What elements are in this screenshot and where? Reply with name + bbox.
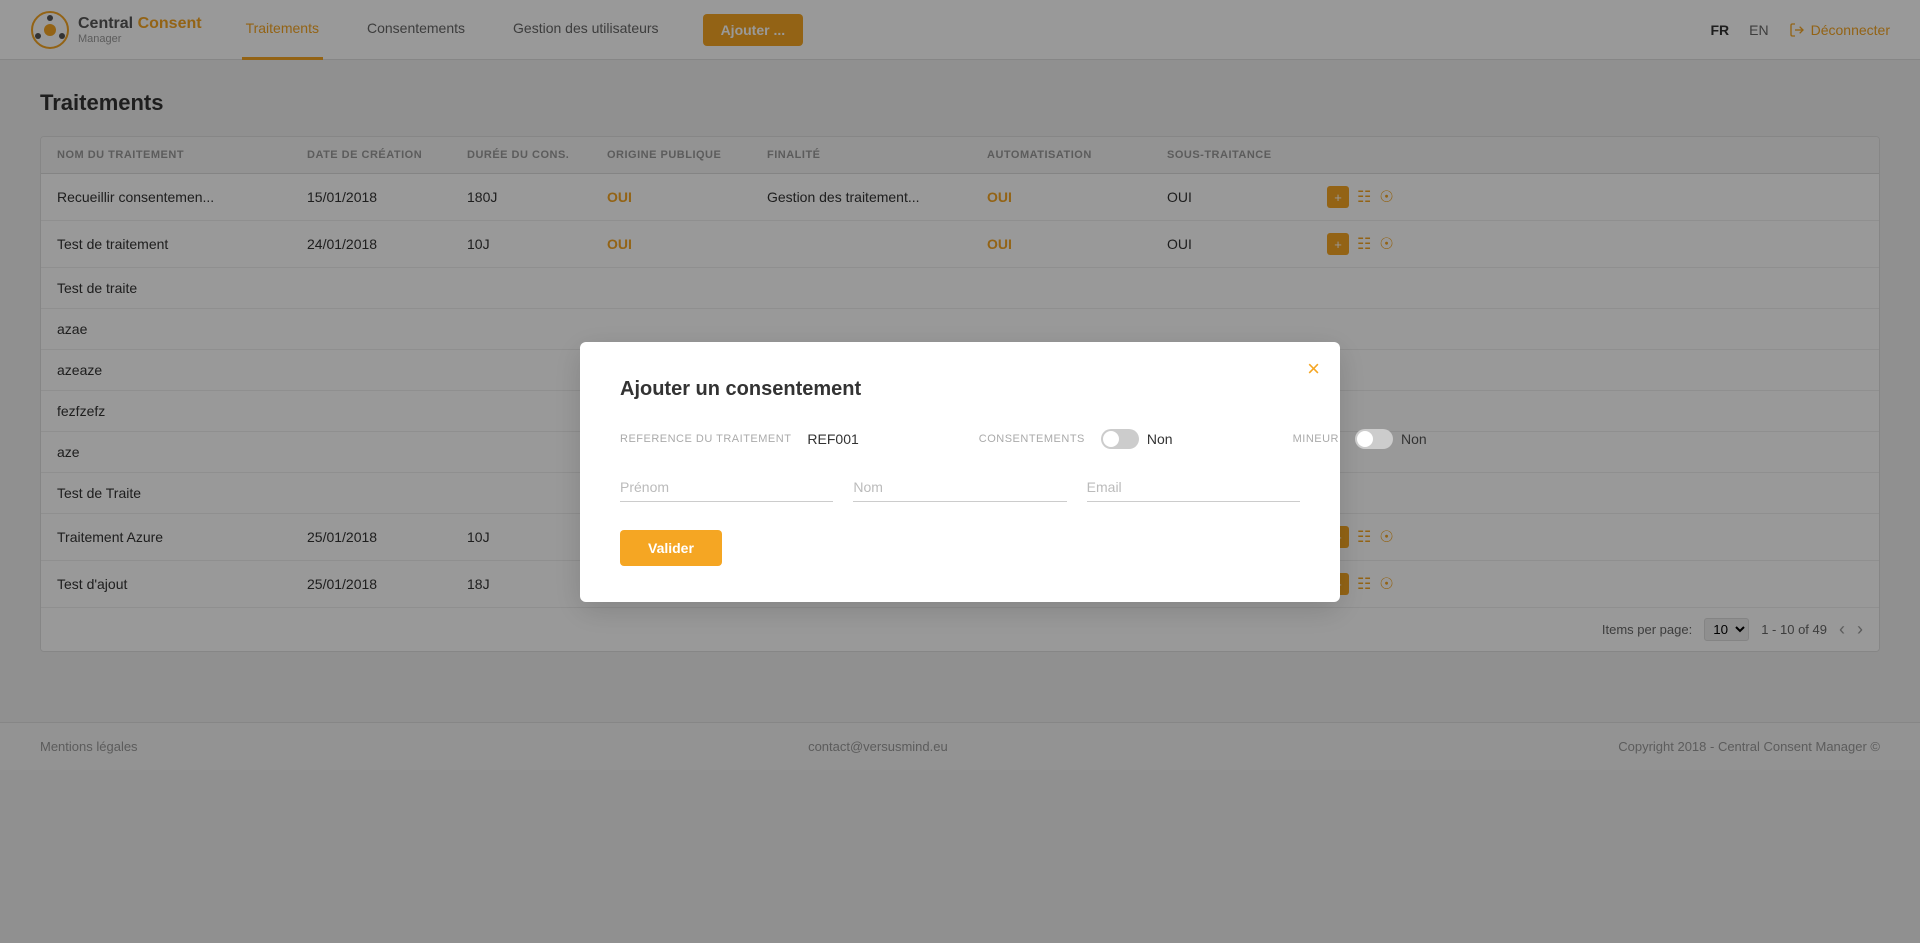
- modal-consentements-toggle-wrap: Non: [1101, 429, 1173, 449]
- modal-ref-group: REFERENCE DU TRAITEMENT REF001: [620, 431, 859, 447]
- nom-field[interactable]: [853, 473, 1066, 502]
- modal-title: Ajouter un consentement: [620, 378, 1300, 401]
- modal-consentements-toggle[interactable]: [1101, 429, 1139, 449]
- modal-close-button[interactable]: ×: [1307, 358, 1320, 380]
- modal-consentements-label: CONSENTEMENTS: [979, 433, 1085, 445]
- valider-button[interactable]: Valider: [620, 530, 722, 566]
- modal-mineur-value: Non: [1401, 431, 1427, 447]
- modal: × Ajouter un consentement REFERENCE DU T…: [580, 342, 1340, 602]
- modal-ref-value: REF001: [807, 431, 858, 447]
- modal-consentements-value: Non: [1147, 431, 1173, 447]
- modal-consentements-group: CONSENTEMENTS Non: [979, 429, 1173, 449]
- modal-mineur-label: MINEUR: [1293, 433, 1339, 445]
- modal-mineur-toggle[interactable]: [1355, 429, 1393, 449]
- modal-ref-label: REFERENCE DU TRAITEMENT: [620, 433, 791, 445]
- prenom-field[interactable]: [620, 473, 833, 502]
- modal-mineur-toggle-wrap: Non: [1355, 429, 1427, 449]
- modal-mineur-group: MINEUR Non: [1293, 429, 1427, 449]
- modal-overlay[interactable]: × Ajouter un consentement REFERENCE DU T…: [0, 0, 1920, 943]
- email-field[interactable]: [1087, 473, 1300, 502]
- modal-row-1: REFERENCE DU TRAITEMENT REF001 CONSENTEM…: [620, 429, 1300, 449]
- modal-inputs: [620, 473, 1300, 502]
